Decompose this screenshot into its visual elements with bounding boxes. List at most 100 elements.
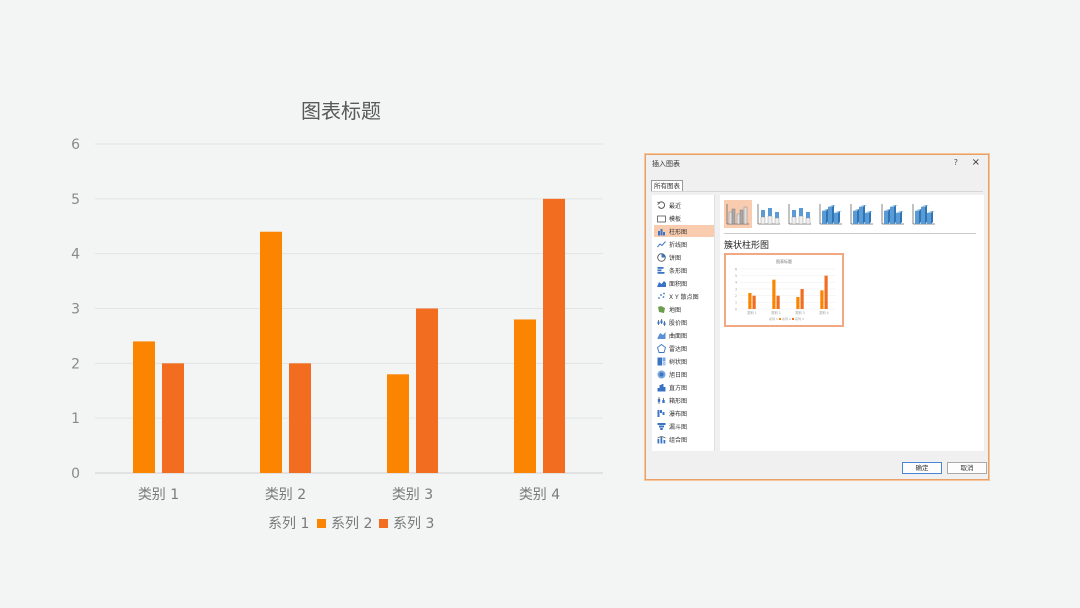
box-chart-icon [657,396,666,405]
sidebar-item-label: 饼图 [669,254,682,262]
sidebar-item[interactable]: 条形图 [654,264,714,276]
sidebar-item[interactable]: 旭日图 [654,368,714,380]
treemap-chart-icon [657,357,666,366]
y-tick-label: 0 [71,466,80,482]
stacked-column-icon[interactable] [755,200,783,228]
preview-bar [772,279,776,309]
sidebar-item[interactable]: 模板 [654,212,714,224]
legend-label: 系列 3 [393,516,435,532]
histogram-chart-icon [657,383,666,392]
sidebar-item-label: 柱形图 [669,228,688,236]
x-axis-labels: 类别 1 类别 2 类别 3 类别 4 [138,487,560,503]
preview-x-tick: 类别 2 [771,310,780,315]
sidebar-item-label: 股价图 [669,319,688,327]
area-chart-icon [657,279,666,288]
sidebar-item[interactable]: 面积图 [654,277,714,289]
sidebar-item[interactable]: 箱形图 [654,394,714,406]
close-icon[interactable]: × [972,157,980,168]
line-chart-icon [657,240,666,249]
chart-subtype-panel: 簇状柱形图 图表标题 0 1 2 3 4 5 6 类别 1 类别 2 类别 3 类别 4 系列 1 系列 … [720,195,984,451]
preview-bar [820,290,824,309]
y-tick-label: 1 [71,411,80,427]
sidebar-item[interactable]: 直方图 [654,381,714,393]
sidebar-item-label: X Y 散点图 [669,293,699,301]
column-chart-icon [657,227,666,236]
sidebar-item-label: 雷达图 [669,345,688,353]
sidebar-item[interactable]: 曲面图 [654,329,714,341]
preview-x-tick: 类别 3 [795,310,804,315]
3d-stacked-column-icon[interactable] [848,200,876,228]
bar [387,374,409,473]
preview-legend-label: 系列 2 [782,316,791,321]
legend-item: 系列 1 [268,513,309,533]
selected-subtype-name: 簇状柱形图 [724,241,770,251]
map-chart-icon [657,305,666,314]
sidebar-item-label: 折线图 [669,241,688,249]
bar [543,198,565,474]
chart-legend: 系列 1 系列 2 系列 3 [0,513,1080,533]
cancel-button[interactable]: 取消 [947,462,987,474]
legend-swatch [379,518,388,528]
chart-bars [133,198,565,474]
preview-y-tick: 4 [735,281,737,285]
bar [289,363,311,473]
sidebar-item[interactable]: 饼图 [654,251,714,263]
legend-label: 系列 2 [331,516,373,532]
sidebar-item-label: 条形图 [669,267,688,275]
chart-preview[interactable]: 图表标题 0 1 2 3 4 5 6 类别 1 类别 2 类别 3 类别 4 系列 1 系列 2 系列 3 [724,253,844,327]
3d-clustered-column-icon[interactable] [817,200,845,228]
preview-y-tick: 0 [735,307,737,311]
sidebar-item[interactable]: 折线图 [654,238,714,250]
sidebar-item[interactable]: 漏斗图 [654,420,714,432]
sidebar-item[interactable]: 地图 [654,303,714,315]
y-tick-label: 2 [71,356,80,372]
preview-bar [752,295,756,309]
percent-stacked-column-icon[interactable] [786,200,814,228]
sunburst-chart-icon [657,370,666,379]
pie-chart-icon [657,252,666,262]
legend-item: 系列 2 [317,513,372,533]
sidebar-item-label: 模板 [669,215,682,223]
insert-chart-dialog: 插入图表 ? × 所有图表 最近 模板 柱形图 折线图 饼图 条形图 面积图 X Y 散点图地… [645,154,989,480]
3d-column-icon[interactable] [910,200,938,228]
preview-bar [776,295,780,309]
legend-label: 系列 1 [268,516,310,532]
ok-button[interactable]: 确定 [902,462,942,474]
sidebar-item-label: 直方图 [669,384,688,392]
bar [514,319,536,473]
chart-title: 图表标题 [301,99,381,123]
sidebar-item[interactable]: 组合图 [654,433,714,445]
chart-type-sidebar: 最近模板柱形图折线图饼图条形图面积图 X Y 散点图地图股价图曲面图雷达图树状图旭… [652,195,715,451]
sidebar-item[interactable]: 树状图 [654,355,714,367]
preview-bar [824,275,828,309]
y-tick-label: 3 [71,302,80,318]
clustered-column-icon[interactable] [724,200,752,228]
scatter-chart-icon [657,292,666,301]
surface-chart-icon [657,331,666,340]
preview-legend-label: 系列 3 [795,316,804,321]
preview-y-tick: 1 [735,301,737,305]
waterfall-chart-icon [657,409,666,418]
sidebar-item-label: 组合图 [669,436,688,444]
sidebar-item-label: 漏斗图 [669,423,688,431]
legend-item: 系列 3 [379,513,434,533]
sidebar-item[interactable]: 最近 [654,199,714,211]
sidebar-item[interactable]: X Y 散点图 [654,290,714,302]
sidebar-item[interactable]: 柱形图 [654,225,714,237]
radar-chart-icon [657,343,666,353]
preview-x-tick: 类别 4 [819,310,828,315]
help-button[interactable]: ? [954,158,958,167]
sidebar-item-label: 箱形图 [669,397,688,405]
preview-y-tick: 2 [735,294,737,298]
3d-percent-stacked-column-icon[interactable] [879,200,907,228]
sidebar-item[interactable]: 股价图 [654,316,714,328]
preview-bar [748,293,752,309]
y-tick-label: 6 [71,137,80,153]
bar-chart-icon [657,266,666,275]
sidebar-item[interactable]: 瀑布图 [654,407,714,419]
funnel-chart-icon [657,422,666,431]
bar [162,363,184,473]
sidebar-item[interactable]: 雷达图 [654,342,714,354]
preview-legend-swatch [779,318,781,320]
tab-divider [651,191,983,192]
